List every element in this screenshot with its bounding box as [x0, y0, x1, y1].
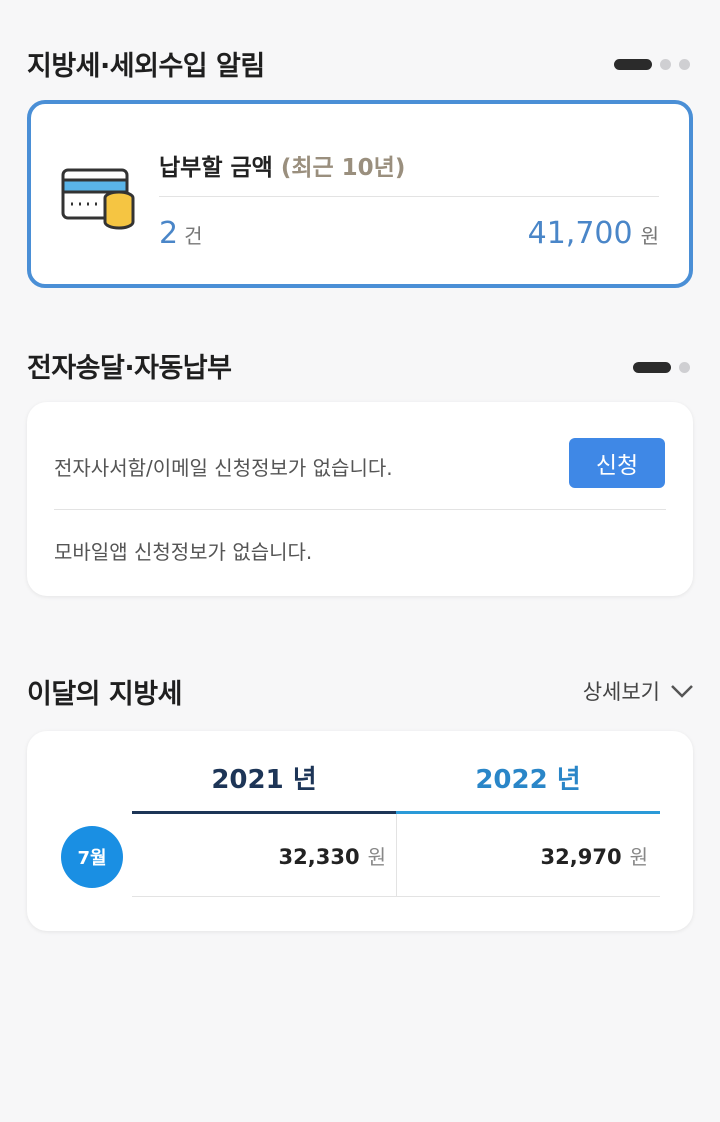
detail-view-link[interactable]: 상세보기 — [583, 676, 694, 706]
apply-button[interactable]: 신청 — [569, 438, 665, 488]
alerts-pager[interactable] — [614, 59, 690, 70]
month-badge: 7월 — [61, 826, 123, 888]
pager-dot[interactable] — [679, 362, 690, 373]
delivery-card: 전자사서함/이메일 신청정보가 없습니다. 신청 모바일앱 신청정보가 없습니다… — [27, 402, 693, 596]
divider — [54, 509, 666, 510]
card-coins-icon — [61, 168, 135, 230]
tab-year-2021[interactable]: 2021 년 — [132, 759, 396, 796]
pager-dot-active[interactable] — [633, 362, 671, 373]
tab-year-2022[interactable]: 2022 년 — [396, 759, 660, 796]
monthly-tax-card: 2021 년 2022 년 7월 32,330 원 32,970 원 — [27, 731, 693, 931]
tab-underline-2022 — [396, 811, 660, 814]
alerts-title: 지방세·세외수입 알림 — [27, 51, 265, 82]
pager-dot-active[interactable] — [614, 59, 652, 70]
payment-amount: 41,700 원 — [527, 216, 659, 251]
divider — [159, 196, 659, 197]
payment-count: 2건 — [159, 216, 203, 251]
pager-dot[interactable] — [679, 59, 690, 70]
monthly-title: 이달의 지방세 — [27, 679, 182, 710]
value-2022: 32,970 원 — [540, 845, 648, 869]
payment-heading: 납부할 금액 (최근 10년) — [159, 155, 406, 181]
value-2021: 32,330 원 — [278, 845, 386, 869]
chevron-down-icon — [671, 685, 693, 698]
detail-view-label: 상세보기 — [582, 680, 660, 704]
payment-heading-sub: (최근 10년) — [280, 155, 406, 181]
email-status-text: 전자사서함/이메일 신청정보가 없습니다. — [54, 456, 393, 480]
tab-underline-2021 — [132, 811, 396, 814]
mobile-status-text: 모바일앱 신청정보가 없습니다. — [54, 540, 313, 564]
row-divider — [132, 896, 660, 897]
payment-due-card[interactable]: 납부할 금액 (최근 10년) 2건 41,700 원 — [27, 100, 693, 288]
pager-dot[interactable] — [660, 59, 671, 70]
delivery-pager[interactable] — [633, 362, 690, 373]
delivery-title: 전자송달·자동납부 — [27, 353, 232, 384]
